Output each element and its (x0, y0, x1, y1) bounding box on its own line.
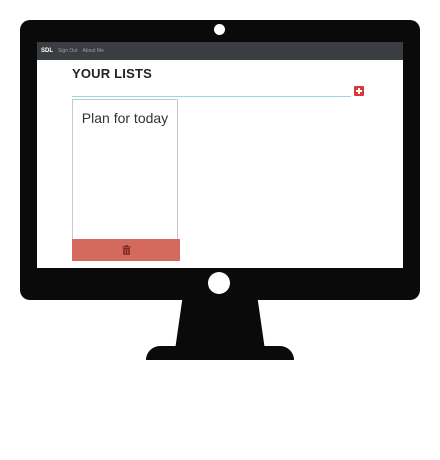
list-card[interactable]: Plan for today (72, 99, 180, 261)
navbar: SDL Sign Out About Me (37, 42, 403, 60)
nav-link-about-me[interactable]: About Me (82, 48, 103, 54)
app-screen: SDL Sign Out About Me YOUR LISTS Plan fo… (37, 42, 403, 268)
plus-icon (356, 88, 362, 94)
monitor-mockup: SDL Sign Out About Me YOUR LISTS Plan fo… (0, 0, 440, 460)
trash-icon (122, 245, 130, 255)
monitor-stand-base (146, 346, 294, 360)
monitor-stand-neck (175, 300, 265, 350)
camera-dot (214, 24, 225, 35)
nav-link-sign-out[interactable]: Sign Out (58, 48, 77, 54)
delete-list-button[interactable] (72, 239, 180, 261)
list-card-title[interactable]: Plan for today (73, 108, 177, 128)
title-divider (72, 96, 351, 97)
monitor-power-button (208, 272, 230, 294)
brand-logo[interactable]: SDL (41, 48, 53, 54)
page-title: YOUR LISTS (72, 66, 153, 81)
add-list-button[interactable] (354, 86, 364, 96)
